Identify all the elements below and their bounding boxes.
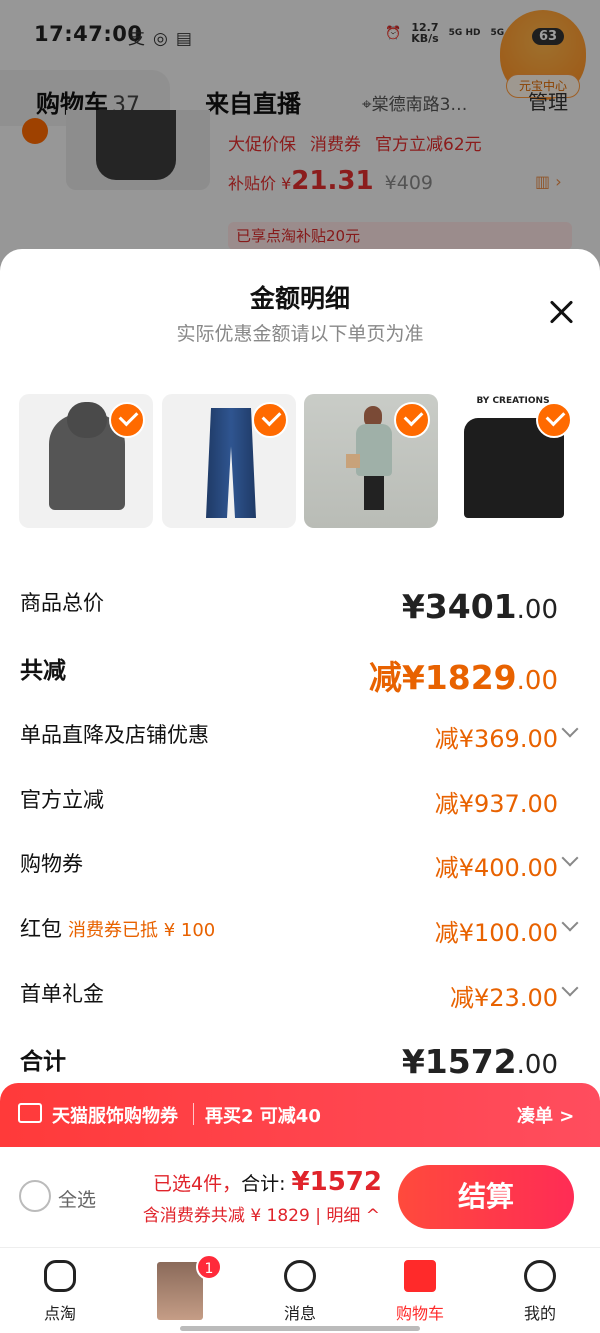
- row-official-discount: 官方立减 减¥937.00: [20, 788, 558, 818]
- nav-cart[interactable]: 购物车: [360, 1260, 480, 1324]
- coupon-icon: [18, 1103, 42, 1123]
- chevron-down-icon[interactable]: [561, 914, 579, 932]
- sheet-subtitle: 实际优惠金额请以下单页为准: [176, 323, 424, 345]
- profile-icon: [524, 1260, 556, 1292]
- coupon-divider: [193, 1103, 194, 1125]
- row-total-discount: 共减 减¥1829.00: [20, 658, 558, 697]
- close-icon[interactable]: [544, 295, 580, 331]
- thumb-hoodie[interactable]: [19, 394, 153, 528]
- chevron-down-icon[interactable]: [561, 720, 579, 738]
- home-icon: [44, 1260, 76, 1292]
- row-goods-total: 商品总价 ¥3401.00: [20, 587, 558, 626]
- row-store-discount[interactable]: 单品直降及店铺优惠 减¥369.00: [0, 719, 600, 779]
- add-on-button[interactable]: 凑单 >: [517, 1102, 574, 1128]
- row-first-order-gift[interactable]: 首单礼金 减¥23.00: [0, 978, 600, 1038]
- checkout-total: ¥1572: [291, 1167, 382, 1197]
- home-indicator: [180, 1326, 420, 1331]
- check-icon: [252, 402, 288, 438]
- chevron-down-icon[interactable]: [561, 979, 579, 997]
- nav-messages[interactable]: 消息: [240, 1260, 360, 1324]
- thumb-sweater[interactable]: BY CREATIONS: [446, 394, 580, 528]
- sheet-title: 金额明细: [249, 284, 350, 313]
- cart-icon: [404, 1260, 436, 1292]
- message-icon: [284, 1260, 316, 1292]
- red-packet-note: 消费券已抵 ¥ 100: [68, 920, 216, 941]
- nav-diantao[interactable]: 点淘: [0, 1260, 120, 1324]
- row-red-packet[interactable]: 红包 消费券已抵 ¥ 100 减¥100.00: [0, 913, 600, 973]
- coupon-title: 天猫服饰购物券: [52, 1106, 178, 1127]
- thumb-jeans[interactable]: [162, 394, 296, 528]
- jeans-image: [206, 408, 256, 518]
- notification-badge: 1: [196, 1254, 222, 1280]
- coupon-banner[interactable]: 天猫服饰购物券 再买2 可减40 凑单 >: [0, 1083, 600, 1147]
- coupon-offer: 再买2 可减40: [205, 1106, 321, 1127]
- check-icon: [394, 402, 430, 438]
- row-shopping-voucher[interactable]: 购物券 减¥400.00: [0, 848, 600, 908]
- select-all-label[interactable]: 全选: [58, 1185, 96, 1212]
- selected-items: BY CREATIONS: [19, 394, 600, 528]
- select-all-radio[interactable]: [19, 1180, 51, 1212]
- checkout-summary: 已选4件，合计: ¥1572: [152, 1167, 382, 1197]
- checkout-button[interactable]: 结算: [398, 1165, 574, 1229]
- nav-mine[interactable]: 我的: [480, 1260, 600, 1324]
- checkout-bar: 全选 已选4件，合计: ¥1572 含消费券共减 ¥ 1829 | 明细 ^ 结…: [0, 1147, 600, 1247]
- check-icon: [109, 402, 145, 438]
- discount-detail-toggle[interactable]: 含消费券共减 ¥ 1829 | 明细 ^: [143, 1201, 380, 1226]
- bottom-nav: 点淘 1 消息 购物车 我的: [0, 1247, 600, 1333]
- thumb-model-photo[interactable]: [304, 394, 438, 528]
- check-icon: [536, 402, 572, 438]
- chevron-down-icon[interactable]: [561, 849, 579, 867]
